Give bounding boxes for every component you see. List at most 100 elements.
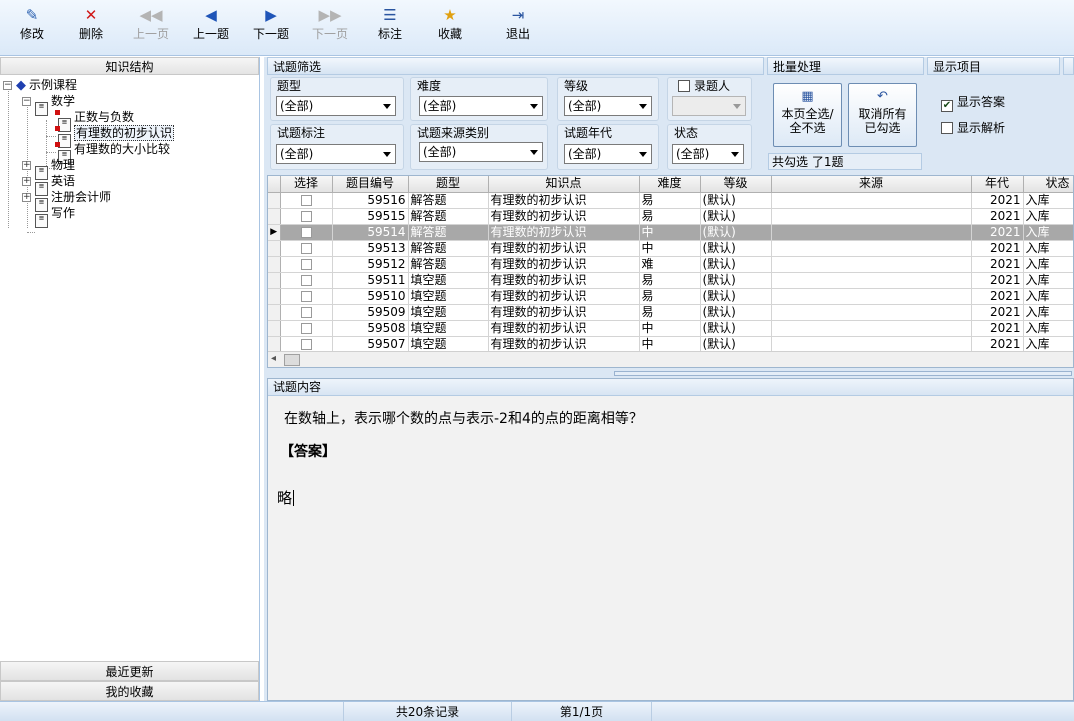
table-row[interactable]: 59515 解答题 有理数的初步认识易 (默认) 2021 入库 <box>268 208 1073 225</box>
row-checkbox[interactable] <box>300 306 312 318</box>
cell-type: 解答题 <box>408 256 489 273</box>
cancel-selected-button[interactable]: ↶ 取消所有 已勾选 <box>848 83 917 147</box>
prev-question-button[interactable]: ◀ 上一题 <box>183 2 239 52</box>
type-select[interactable]: (全部) <box>276 96 396 116</box>
recorder-select[interactable] <box>672 96 746 116</box>
tree-node-english[interactable]: + ≡ 英语 <box>22 173 75 196</box>
cell-difficulty: 中 <box>639 224 701 241</box>
my-favorites-tab[interactable]: 我的收藏 <box>0 681 259 701</box>
column-header[interactable]: 题型 <box>408 176 489 193</box>
row-select-checkbox[interactable] <box>280 320 333 337</box>
expand-icon[interactable]: + <box>22 177 31 186</box>
cell-year: 2021 <box>971 320 1024 337</box>
expand-icon[interactable]: + <box>22 161 31 170</box>
column-header[interactable]: 年代 <box>971 176 1024 193</box>
tree-node-positive-negative[interactable]: ≡ 正数与负数 <box>55 109 134 132</box>
column-header[interactable]: 难度 <box>639 176 701 193</box>
table-row[interactable]: 59510 填空题 有理数的初步认识易 (默认) 2021 入库 <box>268 288 1073 305</box>
table-row[interactable]: 59516 解答题 有理数的初步认识易 (默认) 2021 入库 <box>268 192 1073 209</box>
row-select-checkbox[interactable] <box>280 240 333 257</box>
column-header[interactable]: 选择 <box>280 176 333 193</box>
level-label: 等级 <box>564 79 589 93</box>
chevron-down-icon <box>733 104 741 109</box>
tree-node-writing[interactable]: ≡ 写作 <box>35 205 75 228</box>
edit-button[interactable]: ✎ 修改 <box>4 2 60 52</box>
row-checkbox[interactable] <box>300 194 312 206</box>
row-checkbox[interactable] <box>300 322 312 334</box>
row-checkbox[interactable] <box>300 290 312 302</box>
column-header[interactable]: 题目编号 <box>332 176 409 193</box>
prev-page-button[interactable]: ◀◀ 上一页 <box>123 2 179 52</box>
horizontal-scrollbar[interactable]: ◂ <box>268 351 1073 367</box>
recent-updates-tab[interactable]: 最近更新 <box>0 661 259 681</box>
collapse-icon[interactable]: − <box>3 81 12 90</box>
row-select-checkbox[interactable] <box>280 304 333 321</box>
row-select-checkbox[interactable] <box>280 256 333 273</box>
tag-select[interactable]: (全部) <box>276 144 396 164</box>
row-checkbox[interactable] <box>300 210 312 222</box>
next-question-button[interactable]: ▶ 下一题 <box>243 2 299 52</box>
delete-button[interactable]: ✕ 删除 <box>63 2 119 52</box>
row-checkbox[interactable] <box>300 338 312 350</box>
cell-source <box>771 256 972 273</box>
row-select-checkbox[interactable] <box>280 192 333 209</box>
answer-text[interactable]: 略 <box>277 487 294 508</box>
table-row[interactable]: 59507 填空题 有理数的初步认识中 (默认) 2021 入库 <box>268 336 1073 353</box>
next-page-button[interactable]: ▶▶ 下一页 <box>302 2 358 52</box>
recorder-checkbox[interactable] <box>678 80 690 92</box>
level-select[interactable]: (全部) <box>564 96 652 116</box>
tree-node-root[interactable]: − ◆ 示例课程 <box>3 77 77 93</box>
question-content-panel: 试题内容 在数轴上，表示哪个数的点与表示-2和4的点的距离相等？ 【答案】 略 <box>267 378 1074 701</box>
row-checkbox[interactable] <box>300 242 312 254</box>
row-checkbox[interactable] <box>300 226 312 238</box>
table-row[interactable]: 59511 填空题 有理数的初步认识易 (默认) 2021 入库 <box>268 272 1073 289</box>
collapse-icon[interactable]: − <box>22 97 31 106</box>
recorder-checkbox-label[interactable]: 录题人 <box>678 79 730 93</box>
show-answer-checkbox[interactable]: ✔ <box>941 100 953 112</box>
cell-knowledge-point: 有理数的初步认识 <box>488 192 640 209</box>
select-page-button[interactable]: ▦ 本页全选/全不选 <box>773 83 842 147</box>
exit-button[interactable]: ⇥ 退出 <box>490 2 546 52</box>
cell-year: 2021 <box>971 240 1024 257</box>
question-text[interactable]: 在数轴上，表示哪个数的点与表示-2和4的点的距离相等？ <box>284 408 643 428</box>
table-row[interactable]: 59508 填空题 有理数的初步认识中 (默认) 2021 入库 <box>268 320 1073 337</box>
column-header[interactable]: 等级 <box>700 176 772 193</box>
favorite-button[interactable]: ★ 收藏 <box>422 2 478 52</box>
cell-id: 59507 <box>332 336 409 353</box>
undo-icon: ↶ <box>877 89 888 104</box>
year-select[interactable]: (全部) <box>564 144 652 164</box>
scroll-thumb[interactable] <box>284 354 300 366</box>
column-header[interactable]: 知识点 <box>488 176 640 193</box>
show-analysis-checkbox[interactable] <box>941 122 953 134</box>
table-row[interactable]: ▶ 59514 解答题 有理数的初步认识中 (默认) 2021 入库 <box>268 224 1073 241</box>
row-checkbox[interactable] <box>300 258 312 270</box>
mark-button[interactable]: ☰ 标注 <box>362 2 418 52</box>
row-select-checkbox[interactable] <box>280 336 333 353</box>
tree-node-cpa[interactable]: + ≡ 注册会计师 <box>22 189 111 212</box>
row-select-checkbox[interactable] <box>280 288 333 305</box>
show-analysis-option[interactable]: 显示解析 <box>941 119 1005 136</box>
difficulty-select[interactable]: (全部) <box>419 96 543 116</box>
chevron-down-icon <box>530 104 538 109</box>
status-select[interactable]: (全部) <box>672 144 744 164</box>
splitter-handle[interactable] <box>614 371 1072 376</box>
row-select-checkbox[interactable] <box>280 224 333 241</box>
answer-label[interactable]: 【答案】 <box>280 441 336 461</box>
table-row[interactable]: 59509 填空题 有理数的初步认识易 (默认) 2021 入库 <box>268 304 1073 321</box>
column-header[interactable]: 状态 <box>1023 176 1073 193</box>
table-row[interactable]: 59513 解答题 有理数的初步认识中 (默认) 2021 入库 <box>268 240 1073 257</box>
row-select-checkbox[interactable] <box>280 272 333 289</box>
tree-node-rational-intro[interactable]: ≡ 有理数的初步认识 <box>55 125 175 148</box>
tree-node-physics[interactable]: + ≡ 物理 <box>22 157 75 180</box>
scroll-left-icon[interactable]: ◂ <box>271 353 276 364</box>
column-header[interactable]: 来源 <box>771 176 972 193</box>
expand-icon[interactable]: + <box>22 193 31 202</box>
source-select[interactable]: (全部) <box>419 142 543 162</box>
row-select-checkbox[interactable] <box>280 208 333 225</box>
cell-status: 入库 <box>1023 288 1073 305</box>
tree-node-rational-compare[interactable]: ≡ 有理数的大小比较 <box>55 141 170 164</box>
tree-node-math[interactable]: − ≡ 数学 <box>22 93 75 116</box>
table-row[interactable]: 59512 解答题 有理数的初步认识难 (默认) 2021 入库 <box>268 256 1073 273</box>
row-checkbox[interactable] <box>300 274 312 286</box>
show-answer-option[interactable]: ✔ 显示答案 <box>941 93 1005 112</box>
